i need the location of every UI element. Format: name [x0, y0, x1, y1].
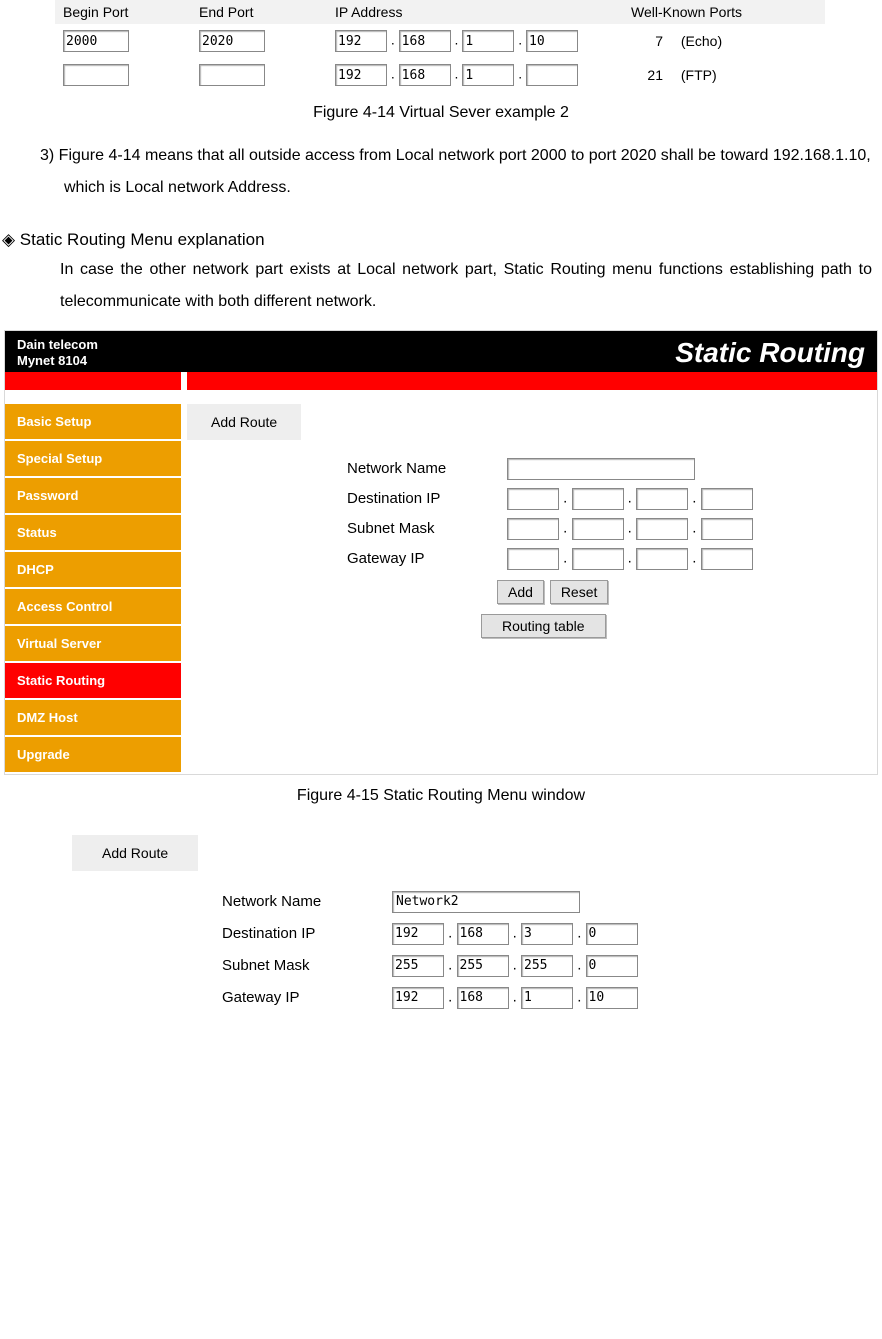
add-button[interactable]: Add [497, 580, 544, 604]
network-name-input[interactable] [507, 458, 695, 480]
sidebar-item-status[interactable]: Status [5, 515, 181, 552]
col-begin-port: Begin Port [55, 0, 191, 24]
gw-octet-input[interactable] [392, 987, 444, 1009]
gw-octet-input[interactable] [457, 987, 509, 1009]
sidebar-item-dhcp[interactable]: DHCP [5, 552, 181, 589]
gw-octet-input[interactable] [521, 987, 573, 1009]
sidebar-item-special-setup[interactable]: Special Setup [5, 441, 181, 478]
sidebar-item-virtual-server[interactable]: Virtual Server [5, 626, 181, 663]
well-known-port-number: 7 [631, 33, 663, 49]
begin-port-input[interactable] [63, 30, 129, 52]
end-port-input[interactable] [199, 30, 265, 52]
table-header-row: Begin Port End Port IP Address Well-Know… [55, 0, 825, 24]
mask-octet-input[interactable] [521, 955, 573, 977]
ip-octet-input[interactable] [335, 64, 387, 86]
row-subnet-mask: Subnet Mask . . . [222, 955, 642, 977]
paragraph-3: 3) Figure 4-14 means that all outside ac… [20, 140, 872, 204]
brand-line2: Mynet 8104 [17, 353, 87, 368]
gw-octet-input[interactable] [636, 548, 688, 570]
tab-add-route[interactable]: Add Route [187, 404, 301, 440]
routing-table-button[interactable]: Routing table [481, 614, 606, 638]
sidebar-item-password[interactable]: Password [5, 478, 181, 515]
mask-octet-input[interactable] [572, 518, 624, 540]
ip-octet-input[interactable] [462, 64, 514, 86]
dest-ip-octet-input[interactable] [701, 488, 753, 510]
label-subnet-mask: Subnet Mask [222, 957, 392, 974]
dest-ip-octet-input[interactable] [521, 923, 573, 945]
row-gateway-ip: Gateway IP . . . [347, 548, 877, 570]
ip-octet-input[interactable] [399, 64, 451, 86]
ip-octet-input[interactable] [526, 64, 578, 86]
dest-ip-octet-input[interactable] [392, 923, 444, 945]
reset-button[interactable]: Reset [550, 580, 609, 604]
col-ip-address: IP Address [327, 0, 623, 24]
well-known-port-name: (FTP) [681, 67, 717, 83]
router-header: Dain telecom Mynet 8104 Static Routing [5, 331, 877, 372]
dest-ip-octet-input[interactable] [572, 488, 624, 510]
gw-octet-input[interactable] [701, 548, 753, 570]
mask-octet-input[interactable] [586, 955, 638, 977]
sidebar-nav: Basic Setup Special Setup Password Statu… [5, 404, 181, 774]
page-title: Static Routing [675, 337, 865, 369]
section-heading-static-routing: ◈ Static Routing Menu explanation [2, 230, 882, 250]
figure-caption: Figure 4-14 Virtual Sever example 2 [0, 104, 882, 122]
figure-caption: Figure 4-15 Static Routing Menu window [0, 787, 882, 805]
row-gateway-ip: Gateway IP . . . [222, 987, 642, 1009]
col-end-port: End Port [191, 0, 327, 24]
tab-add-route[interactable]: Add Route [72, 835, 198, 871]
begin-port-input[interactable] [63, 64, 129, 86]
label-network-name: Network Name [222, 893, 392, 910]
mask-octet-input[interactable] [392, 955, 444, 977]
label-gateway-ip: Gateway IP [222, 989, 392, 1006]
row-subnet-mask: Subnet Mask . . . [347, 518, 877, 540]
sidebar-item-dmz-host[interactable]: DMZ Host [5, 700, 181, 737]
mask-octet-input[interactable] [701, 518, 753, 540]
label-subnet-mask: Subnet Mask [347, 520, 507, 537]
table-row: . . . 21 (FTP) [55, 58, 825, 92]
mask-octet-input[interactable] [457, 955, 509, 977]
ip-octet-input[interactable] [399, 30, 451, 52]
row-network-name: Network Name [347, 458, 877, 480]
ip-octet-input[interactable] [526, 30, 578, 52]
gw-octet-input[interactable] [507, 548, 559, 570]
sidebar-item-basic-setup[interactable]: Basic Setup [5, 404, 181, 441]
row-destination-ip: Destination IP . . . [347, 488, 877, 510]
gw-octet-input[interactable] [572, 548, 624, 570]
brand-line1: Dain telecom [17, 337, 98, 352]
mask-octet-input[interactable] [636, 518, 688, 540]
label-gateway-ip: Gateway IP [347, 550, 507, 567]
row-network-name: Network Name [222, 891, 642, 913]
virtual-server-port-table: Begin Port End Port IP Address Well-Know… [55, 0, 825, 92]
router-content: Add Route Network Name Destination IP . … [181, 404, 877, 774]
router-admin-ui: Dain telecom Mynet 8104 Static Routing B… [4, 330, 878, 775]
dest-ip-octet-input[interactable] [457, 923, 509, 945]
end-port-input[interactable] [199, 64, 265, 86]
sidebar-item-access-control[interactable]: Access Control [5, 589, 181, 626]
gw-octet-input[interactable] [586, 987, 638, 1009]
dest-ip-octet-input[interactable] [507, 488, 559, 510]
label-destination-ip: Destination IP [347, 490, 507, 507]
router-brand: Dain telecom Mynet 8104 [17, 337, 98, 370]
dest-ip-octet-input[interactable] [586, 923, 638, 945]
dest-ip-octet-input[interactable] [636, 488, 688, 510]
well-known-port-name: (Echo) [681, 33, 722, 49]
sidebar-item-static-routing[interactable]: Static Routing [5, 663, 181, 700]
ip-octet-input[interactable] [462, 30, 514, 52]
well-known-port-number: 21 [631, 67, 663, 83]
network-name-input[interactable] [392, 891, 580, 913]
mask-octet-input[interactable] [507, 518, 559, 540]
row-destination-ip: Destination IP . . . [222, 923, 642, 945]
table-row: . . . 7 (Echo) [55, 24, 825, 58]
ip-octet-input[interactable] [335, 30, 387, 52]
label-destination-ip: Destination IP [222, 925, 392, 942]
divider-bar [5, 372, 877, 390]
col-well-known-ports: Well-Known Ports [623, 0, 825, 24]
add-route-example-form: Add Route Network Name Destination IP . … [72, 835, 642, 1009]
section-body-static-routing: In case the other network part exists at… [20, 254, 872, 318]
sidebar-item-upgrade[interactable]: Upgrade [5, 737, 181, 774]
label-network-name: Network Name [347, 460, 507, 477]
